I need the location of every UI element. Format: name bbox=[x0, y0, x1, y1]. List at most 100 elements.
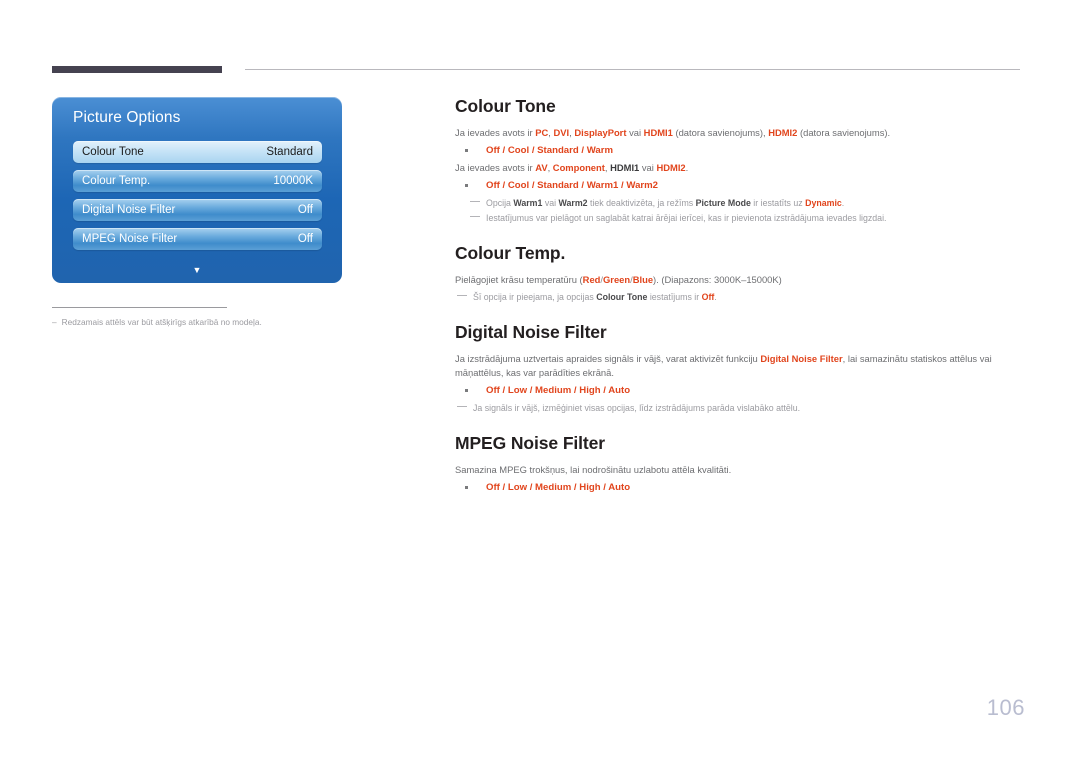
option-values: Off / Low / Medium / High / Auto bbox=[486, 482, 631, 493]
option-values: Off / Cool / Standard / Warm1 / Warm2 bbox=[486, 180, 658, 191]
image-disclaimer-note: – Redzamais attēls var būt atšķirīgs atk… bbox=[52, 316, 337, 328]
bullet-icon bbox=[465, 486, 468, 489]
section-mpeg-noise-filter: MPEG Noise Filter Samazina MPEG trokšņus… bbox=[455, 433, 1020, 495]
osd-row-value: Off bbox=[297, 233, 313, 245]
term-av: AV bbox=[535, 162, 548, 173]
osd-row-value: 10000K bbox=[273, 175, 313, 187]
page-number: 106 bbox=[986, 695, 1025, 720]
section-digital-noise-filter: Digital Noise Filter Ja izstrādājuma uzt… bbox=[455, 322, 1020, 415]
term-hdmi2: HDMI2 bbox=[768, 127, 798, 138]
note-text: Redzamais attēls var būt atšķirīgs atkar… bbox=[61, 317, 262, 327]
osd-row-colour-temp[interactable]: Colour Temp. 10000K bbox=[73, 170, 322, 192]
chevron-down-icon[interactable]: ▼ bbox=[52, 266, 342, 275]
text-run: Opcija bbox=[486, 198, 514, 208]
option-item: Off / Low / Medium / High / Auto bbox=[455, 480, 1020, 495]
bullet-icon bbox=[465, 389, 468, 392]
paragraph-dnf-description: Ja izstrādājuma uztvertais apraides sign… bbox=[455, 352, 1020, 380]
note-dash-icon bbox=[470, 201, 480, 203]
text-run: tiek deaktivizēta, ja režīms bbox=[587, 198, 696, 208]
paragraph-mpeg-description: Samazina MPEG trokšņus, lai nodrošinātu … bbox=[455, 464, 732, 475]
note-dash-icon bbox=[470, 216, 480, 218]
osd-row-label: MPEG Noise Filter bbox=[82, 233, 178, 245]
osd-row-value: Off bbox=[297, 204, 313, 216]
text-run: Šī opcija ir pieejama, ja opcijas bbox=[473, 292, 597, 302]
osd-menu-list: Colour Tone Standard Colour Temp. 10000K… bbox=[73, 141, 322, 257]
osd-row-digital-noise-filter[interactable]: Digital Noise Filter Off bbox=[73, 199, 322, 221]
text-run: Pielāgojiet krāsu temperatūru ( bbox=[455, 274, 583, 285]
osd-row-value: Standard bbox=[266, 146, 313, 158]
text-run: vai bbox=[542, 198, 559, 208]
text-run: Ja ievades avots ir bbox=[455, 127, 536, 138]
osd-row-label: Colour Tone bbox=[82, 146, 144, 158]
option-values: Off / Cool / Standard / Warm bbox=[486, 145, 614, 156]
section-title: Digital Noise Filter bbox=[455, 322, 607, 342]
note-text: Iestatījumus var pielāgot un saglabāt ka… bbox=[486, 213, 887, 223]
text-run: iestatījums ir bbox=[647, 292, 702, 302]
note-colour-temp-availability: Šī opcija ir pieejama, ja opcijas Colour… bbox=[455, 290, 1020, 304]
section-title: MPEG Noise Filter bbox=[455, 433, 605, 453]
note-dash: – bbox=[52, 317, 57, 327]
text-run: Ja izstrādājuma uztvertais apraides sign… bbox=[455, 353, 761, 364]
term-hdmi1: HDMI1 bbox=[610, 162, 640, 173]
text-run: . bbox=[714, 292, 717, 302]
term-picture-mode: Picture Mode bbox=[695, 198, 751, 208]
header-accent-bar bbox=[52, 66, 222, 73]
option-item: Off / Cool / Standard / Warm bbox=[455, 143, 1020, 158]
osd-row-label: Digital Noise Filter bbox=[82, 204, 176, 216]
paragraph-colour-temp-range: Pielāgojiet krāsu temperatūru (Red/Green… bbox=[455, 273, 1020, 287]
text-run: ). (Diapazons: 3000K–15000K) bbox=[653, 274, 782, 285]
term-colour-tone: Colour Tone bbox=[596, 292, 648, 302]
term-dvi: DVI bbox=[553, 127, 570, 138]
note-warm-deactivated: Opcija Warm1 vai Warm2 tiek deaktivizēta… bbox=[468, 196, 1020, 210]
bullet-icon bbox=[465, 149, 468, 152]
term-red: Red bbox=[582, 274, 601, 285]
paragraph-input-source-pc: Ja ievades avots ir PC, DVI, DisplayPort… bbox=[455, 126, 1020, 140]
option-item: Off / Cool / Standard / Warm1 / Warm2 bbox=[455, 178, 1020, 193]
term-warm2: Warm2 bbox=[558, 198, 588, 208]
text-run: ir iestatīts uz bbox=[750, 198, 806, 208]
text-run: (datora savienojums), bbox=[672, 127, 769, 138]
section-colour-tone: Colour Tone Ja ievades avots ir PC, DVI,… bbox=[455, 96, 1020, 225]
term-displayport: DisplayPort bbox=[574, 127, 627, 138]
note-dash-icon bbox=[457, 406, 467, 408]
note-dnf-weak-signal: Ja signāls ir vājš, izmēģiniet visas opc… bbox=[455, 401, 1020, 415]
osd-row-mpeg-noise-filter[interactable]: MPEG Noise Filter Off bbox=[73, 228, 322, 250]
term-hdmi1: HDMI1 bbox=[643, 127, 673, 138]
section-title: Colour Temp. bbox=[455, 243, 566, 263]
term-green: Green bbox=[603, 274, 631, 285]
options-list-colour-tone-pc: Off / Cool / Standard / Warm bbox=[455, 143, 1020, 158]
options-list-dnf: Off / Low / Medium / High / Auto bbox=[455, 383, 1020, 398]
text-run: . bbox=[685, 162, 689, 173]
text-run: Ja ievades avots ir bbox=[455, 162, 536, 173]
osd-row-colour-tone[interactable]: Colour Tone Standard bbox=[73, 141, 322, 163]
term-pc: PC bbox=[535, 127, 549, 138]
term-hdmi2: HDMI2 bbox=[656, 162, 686, 173]
section-title: Colour Tone bbox=[455, 96, 556, 116]
paragraph-input-source-av: Ja ievades avots ir AV, Component, HDMI1… bbox=[455, 161, 1020, 175]
bullet-icon bbox=[465, 184, 468, 187]
text-run: . bbox=[841, 198, 845, 208]
term-warm1: Warm1 bbox=[513, 198, 543, 208]
note-text: Ja signāls ir vājš, izmēģiniet visas opc… bbox=[473, 403, 801, 413]
section-colour-temp: Colour Temp. Pielāgojiet krāsu temperatū… bbox=[455, 243, 1020, 304]
caption-divider bbox=[52, 307, 227, 308]
header-divider-line bbox=[245, 69, 1020, 70]
term-digital-noise-filter: Digital Noise Filter bbox=[760, 353, 843, 364]
term-dynamic: Dynamic bbox=[805, 198, 842, 208]
manual-content-column: Colour Tone Ja ievades avots ir PC, DVI,… bbox=[455, 96, 1020, 513]
term-blue: Blue bbox=[632, 274, 654, 285]
osd-panel-title: Picture Options bbox=[73, 109, 181, 126]
text-run: vai bbox=[639, 162, 657, 173]
note-settings-per-device: Iestatījumus var pielāgot un saglabāt ka… bbox=[468, 211, 1020, 225]
picture-options-osd-panel: Picture Options Colour Tone Standard Col… bbox=[52, 97, 342, 283]
text-run: (datora savienojums). bbox=[797, 127, 891, 138]
options-list-mpeg: Off / Low / Medium / High / Auto bbox=[455, 480, 1020, 495]
term-off: Off bbox=[701, 292, 715, 302]
note-dash-icon bbox=[457, 295, 467, 297]
option-item: Off / Low / Medium / High / Auto bbox=[455, 383, 1020, 398]
options-list-colour-tone-av: Off / Cool / Standard / Warm1 / Warm2 bbox=[455, 178, 1020, 193]
term-component: Component bbox=[552, 162, 605, 173]
text-run: vai bbox=[626, 127, 644, 138]
option-values: Off / Low / Medium / High / Auto bbox=[486, 385, 631, 396]
page-header-rules bbox=[0, 0, 1080, 80]
